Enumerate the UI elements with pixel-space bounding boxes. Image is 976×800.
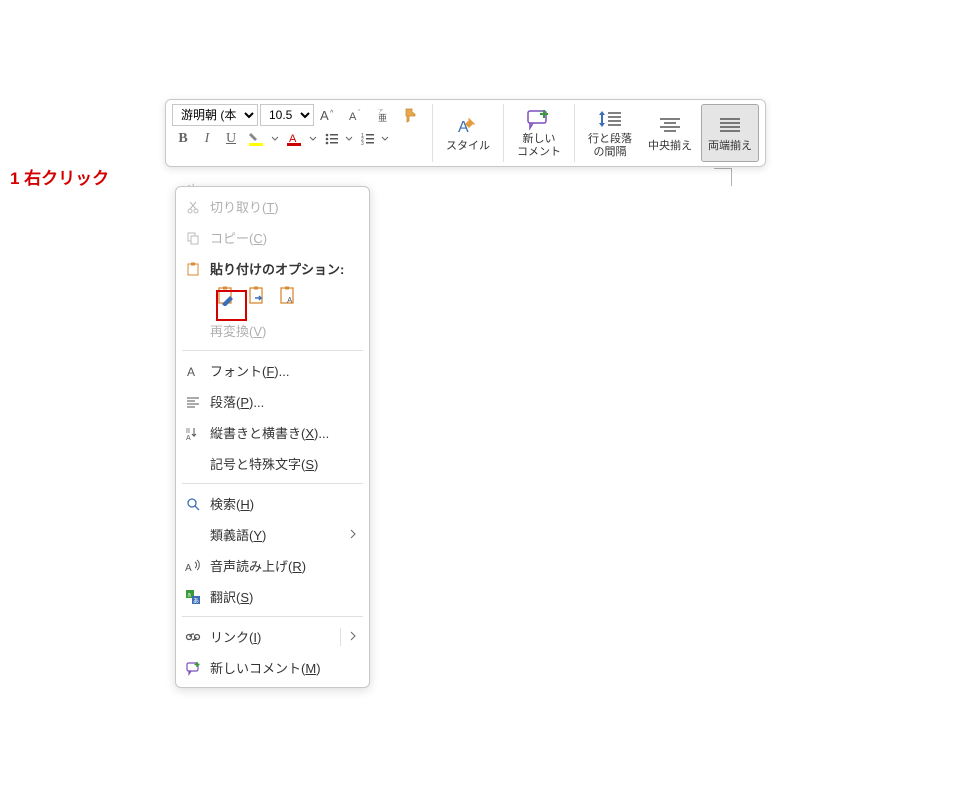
font-icon: A (184, 362, 202, 380)
justify-align-label: 両端揃え (708, 140, 752, 153)
svg-text:II: II (186, 428, 190, 435)
font-color-button[interactable]: A (282, 128, 308, 150)
svg-text:A: A (349, 111, 357, 123)
paste-keep-source-formatting-button[interactable] (212, 282, 239, 309)
svg-text:A: A (320, 108, 329, 123)
menu-item-paragraph[interactable]: 段落(P)... (176, 386, 369, 417)
menu-item-symbols[interactable]: 記号と特殊文字(S) (176, 448, 369, 479)
bullet-list-button[interactable] (320, 128, 344, 150)
svg-text:A: A (186, 435, 191, 441)
menu-separator (182, 350, 363, 351)
menu-item-synonyms[interactable]: 類義語(Y) (176, 519, 369, 550)
blank-icon (184, 455, 202, 473)
center-align-icon (657, 114, 683, 138)
new-comment-label: 新しいコメント (517, 133, 561, 159)
toolbar-separator (432, 104, 433, 162)
paste-merge-formatting-button[interactable] (243, 282, 270, 309)
phonetic-guide-button[interactable]: ア亜 (372, 104, 396, 126)
font-color-dropdown-icon[interactable] (308, 135, 318, 143)
callout-label-1: 1 右クリック (10, 164, 109, 189)
svg-text:A: A (187, 365, 195, 379)
menu-item-search[interactable]: 検索(H) (176, 488, 369, 519)
chevron-right-icon (349, 629, 359, 644)
mini-toolbar: 游明朝 (本 10.5 A^ Aˇ ア亜 B I U (165, 99, 766, 167)
menu-item-cut: 切り取り(T) (176, 191, 369, 222)
chevron-right-icon (349, 527, 359, 542)
menu-item-read-aloud[interactable]: A 音声読み上げ(R) (176, 550, 369, 581)
blank-icon (184, 526, 202, 544)
svg-text:A: A (185, 563, 192, 574)
numbered-dropdown-icon[interactable] (380, 135, 390, 143)
svg-text:ˇ: ˇ (358, 110, 361, 117)
menu-item-link[interactable]: リンク(I) (176, 621, 369, 652)
highlight-dropdown-icon[interactable] (270, 135, 280, 143)
numbered-list-button[interactable]: 123 (356, 128, 380, 150)
link-icon (184, 628, 202, 646)
svg-text:A: A (287, 296, 293, 305)
line-spacing-button[interactable]: 行と段落の間隔 (581, 104, 639, 162)
svg-text:A: A (458, 119, 469, 136)
line-spacing-icon (597, 107, 623, 131)
read-aloud-icon: A (184, 557, 202, 575)
menu-separator (182, 483, 363, 484)
page-corner-mark (714, 168, 732, 186)
translate-icon: aあ (184, 588, 202, 606)
comment-icon (184, 659, 202, 677)
context-menu: 切り取り(T) コピー(C) 貼り付けのオプション: A 再変換(V) A フォ… (175, 186, 370, 688)
paragraph-icon (184, 393, 202, 411)
center-align-label: 中央揃え (648, 140, 692, 153)
search-icon (184, 495, 202, 513)
styles-icon: A (455, 114, 481, 138)
increase-font-button[interactable]: A^ (316, 104, 342, 126)
menu-item-translate[interactable]: aあ 翻訳(S) (176, 581, 369, 612)
menu-item-font[interactable]: A フォント(F)... (176, 355, 369, 386)
center-align-button[interactable]: 中央揃え (641, 104, 699, 162)
paste-icon (184, 260, 202, 278)
svg-text:3: 3 (361, 141, 364, 147)
text-direction-icon: IIA (184, 424, 202, 442)
format-painter-button[interactable] (398, 104, 422, 126)
blank-icon (184, 322, 202, 340)
new-comment-icon (526, 107, 552, 131)
bold-button[interactable]: B (172, 128, 194, 150)
menu-item-text-direction[interactable]: IIA 縦書きと横書き(X)... (176, 417, 369, 448)
font-size-select[interactable]: 10.5 (260, 104, 314, 126)
toolbar-separator (574, 104, 575, 162)
menu-item-copy: コピー(C) (176, 222, 369, 253)
svg-text:あ: あ (193, 598, 199, 605)
underline-button[interactable]: U (220, 128, 242, 150)
cut-icon (184, 198, 202, 216)
toolbar-separator (503, 104, 504, 162)
bullet-dropdown-icon[interactable] (344, 135, 354, 143)
menu-item-new-comment[interactable]: 新しいコメント(M) (176, 652, 369, 683)
svg-text:亜: 亜 (378, 113, 387, 123)
new-comment-button[interactable]: 新しいコメント (510, 104, 568, 162)
paste-text-only-button[interactable]: A (274, 282, 301, 309)
menu-paste-options-header: 貼り付けのオプション: (176, 253, 369, 280)
styles-button[interactable]: A スタイル (439, 104, 497, 162)
highlight-color-button[interactable] (244, 128, 270, 150)
line-spacing-label: 行と段落の間隔 (588, 133, 632, 159)
justify-align-button[interactable]: 両端揃え (701, 104, 759, 162)
paste-options-row: A (176, 280, 369, 315)
copy-icon (184, 229, 202, 247)
justify-align-icon (717, 114, 743, 138)
decrease-font-button[interactable]: Aˇ (344, 104, 370, 126)
svg-text:^: ^ (330, 110, 334, 117)
font-name-select[interactable]: 游明朝 (本 (172, 104, 258, 126)
menu-separator (182, 616, 363, 617)
italic-button[interactable]: I (196, 128, 218, 150)
styles-label: スタイル (446, 140, 490, 153)
menu-item-reconvert: 再変換(V) (176, 315, 369, 346)
